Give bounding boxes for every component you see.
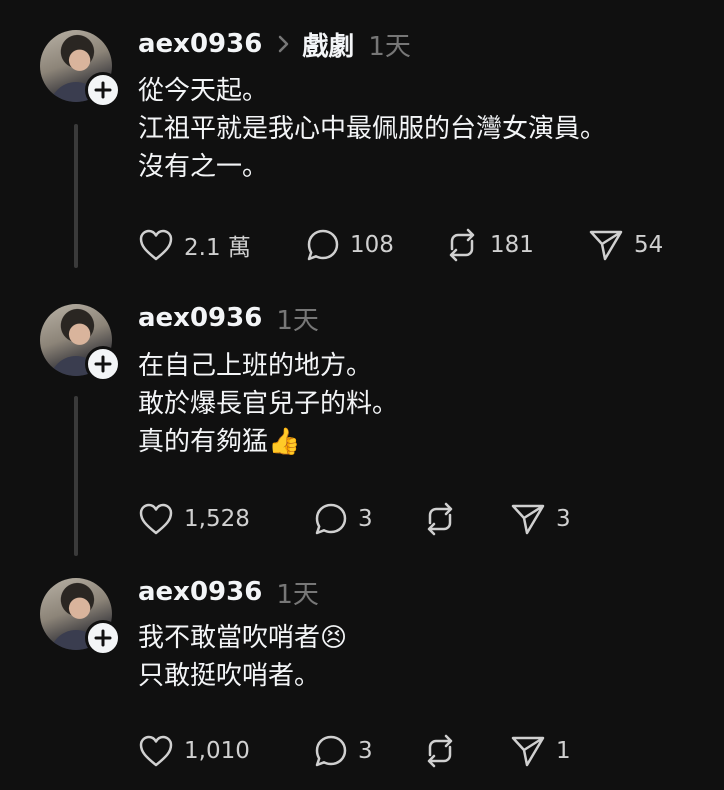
action-bar: 1,528 3 3 <box>138 499 698 539</box>
repost-icon <box>427 734 453 768</box>
post-text: 在自己上班的地方。 敢於爆長官兒子的料。 真的有夠猛👍 <box>138 347 398 461</box>
post-line: 真的有夠猛👍 <box>138 427 301 457</box>
topic-tag[interactable]: 戲劇 <box>302 26 354 63</box>
comment-button[interactable]: 3 <box>314 499 373 539</box>
post: aex0936 戲劇 1天 從今天起。 江祖平就是我心中最佩服的台灣女演員。 沒… <box>0 0 724 280</box>
share-count: 54 <box>634 232 664 258</box>
repost-icon <box>449 228 475 262</box>
follow-plus-button[interactable] <box>85 346 121 382</box>
comment-button[interactable]: 3 <box>314 731 373 771</box>
thread-line <box>74 124 78 268</box>
comment-button[interactable]: 108 <box>306 225 394 265</box>
comment-bubble-icon <box>315 735 347 767</box>
post-header: aex0936 1天 <box>138 572 319 612</box>
post-line: 在自己上班的地方。 <box>138 351 373 381</box>
action-bar: 1,010 3 1 <box>138 731 698 771</box>
repost-count: 181 <box>490 232 534 258</box>
like-button[interactable]: 1,528 <box>138 499 250 539</box>
send-icon <box>589 230 623 261</box>
plus-icon <box>94 355 112 373</box>
follow-plus-button[interactable] <box>85 620 121 656</box>
heart-icon <box>139 503 173 535</box>
comment-bubble-icon <box>315 503 347 535</box>
username[interactable]: aex0936 <box>138 303 262 333</box>
thread-line <box>74 396 78 556</box>
like-button[interactable]: 2.1 萬 <box>138 225 251 265</box>
like-count: 1,528 <box>184 506 250 532</box>
repost-button[interactable]: 181 <box>444 225 534 265</box>
chevron-right-icon <box>278 34 290 54</box>
timestamp: 1天 <box>368 31 411 62</box>
heart-icon <box>139 229 173 261</box>
comment-count: 3 <box>358 506 373 532</box>
follow-plus-button[interactable] <box>85 72 121 108</box>
share-button[interactable]: 1 <box>510 731 571 771</box>
username[interactable]: aex0936 <box>138 577 262 607</box>
share-count: 1 <box>556 738 571 764</box>
comment-count: 108 <box>350 232 394 258</box>
share-count: 3 <box>556 506 571 532</box>
post-line: 從今天起。 <box>138 76 269 106</box>
post-line: 我不敢當吹哨者😣 <box>138 623 348 653</box>
like-count: 2.1 萬 <box>184 235 251 261</box>
plus-icon <box>94 629 112 647</box>
timestamp: 1天 <box>276 305 319 336</box>
repost-button[interactable] <box>422 731 458 771</box>
action-bar: 2.1 萬 108 181 54 <box>138 225 698 265</box>
post-line: 只敢挺吹哨者。 <box>138 661 321 691</box>
post-text: 從今天起。 江祖平就是我心中最佩服的台灣女演員。 沒有之一。 <box>138 72 606 186</box>
repost-icon <box>427 502 453 536</box>
comment-count: 3 <box>358 738 373 764</box>
post-header: aex0936 1天 <box>138 298 319 338</box>
post-text: 我不敢當吹哨者😣 只敢挺吹哨者。 <box>138 619 347 695</box>
post-line: 沒有之一。 <box>138 152 269 182</box>
like-count: 1,010 <box>184 738 250 764</box>
send-icon <box>511 736 545 767</box>
share-button[interactable]: 3 <box>510 499 571 539</box>
post-header: aex0936 戲劇 1天 <box>138 24 411 64</box>
comment-bubble-icon <box>307 229 339 261</box>
post-line: 敢於爆長官兒子的料。 <box>138 389 399 419</box>
share-button[interactable]: 54 <box>588 225 663 265</box>
username[interactable]: aex0936 <box>138 29 262 59</box>
send-icon <box>511 504 545 535</box>
like-button[interactable]: 1,010 <box>138 731 250 771</box>
post-line: 江祖平就是我心中最佩服的台灣女演員。 <box>138 114 607 144</box>
repost-button[interactable] <box>422 499 458 539</box>
plus-icon <box>94 81 112 99</box>
timestamp: 1天 <box>276 579 319 610</box>
heart-icon <box>139 735 173 767</box>
